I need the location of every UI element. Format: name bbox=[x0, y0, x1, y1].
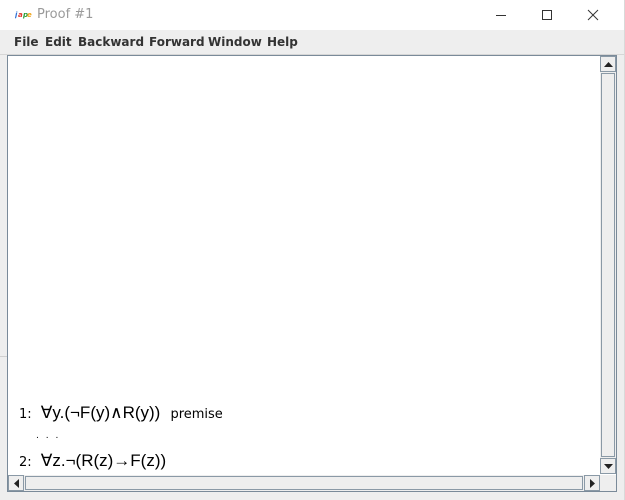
maximize-icon bbox=[542, 10, 552, 20]
proof-line-2[interactable]: 2: ∀z.¬(R(z)→F(z)) bbox=[19, 451, 166, 471]
jape-app-icon: j a p e bbox=[15, 10, 32, 19]
menu-file[interactable]: File bbox=[14, 35, 39, 49]
formula[interactable]: ∀y.(¬F(y)∧R(y)) bbox=[41, 403, 161, 422]
menu-forward[interactable]: Forward bbox=[149, 35, 205, 49]
arrow-down-icon bbox=[604, 464, 613, 469]
scroll-up-button[interactable] bbox=[600, 56, 616, 72]
line-number: 1: bbox=[19, 407, 32, 422]
vertical-scroll-thumb[interactable] bbox=[601, 73, 615, 457]
scroll-left-button[interactable] bbox=[8, 475, 24, 491]
left-margin-divider bbox=[0, 356, 7, 357]
minimize-button[interactable] bbox=[478, 0, 524, 30]
horizontal-scroll-thumb[interactable] bbox=[25, 476, 583, 490]
proof-gap: . . . bbox=[36, 431, 61, 441]
menu-help[interactable]: Help bbox=[267, 35, 298, 49]
vertical-scrollbar[interactable] bbox=[600, 56, 616, 474]
menu-window[interactable]: Window bbox=[208, 35, 262, 49]
bottom-margin bbox=[0, 492, 625, 500]
menu-edit[interactable]: Edit bbox=[45, 35, 72, 49]
window-title: Proof #1 bbox=[37, 7, 94, 22]
scroll-right-button[interactable] bbox=[584, 475, 600, 491]
menu-backward[interactable]: Backward bbox=[78, 35, 144, 49]
justification: premise bbox=[170, 407, 223, 422]
arrow-up-icon bbox=[604, 62, 613, 67]
proof-window: j a p e Proof #1 File Edit Backward Forw… bbox=[0, 0, 625, 500]
close-button[interactable] bbox=[570, 0, 616, 30]
proof-line-1[interactable]: 1: ∀y.(¬F(y)∧R(y)) premise bbox=[19, 403, 223, 423]
arrow-left-icon bbox=[14, 479, 19, 488]
maximize-button[interactable] bbox=[524, 0, 570, 30]
close-icon bbox=[587, 9, 599, 21]
formula[interactable]: ∀z.¬(R(z)→F(z)) bbox=[41, 451, 166, 470]
svg-text:e: e bbox=[27, 11, 32, 19]
title-bar[interactable]: j a p e Proof #1 bbox=[0, 0, 625, 30]
horizontal-scrollbar[interactable] bbox=[8, 475, 600, 491]
left-margin bbox=[0, 55, 7, 500]
scroll-down-button[interactable] bbox=[600, 458, 616, 474]
right-margin bbox=[617, 55, 624, 500]
arrow-right-icon bbox=[590, 479, 595, 488]
minimize-icon bbox=[496, 15, 506, 16]
scroll-corner bbox=[600, 475, 616, 491]
line-number: 2: bbox=[19, 455, 32, 470]
proof-pane[interactable] bbox=[7, 55, 617, 492]
menu-bar: File Edit Backward Forward Window Help bbox=[0, 30, 625, 55]
